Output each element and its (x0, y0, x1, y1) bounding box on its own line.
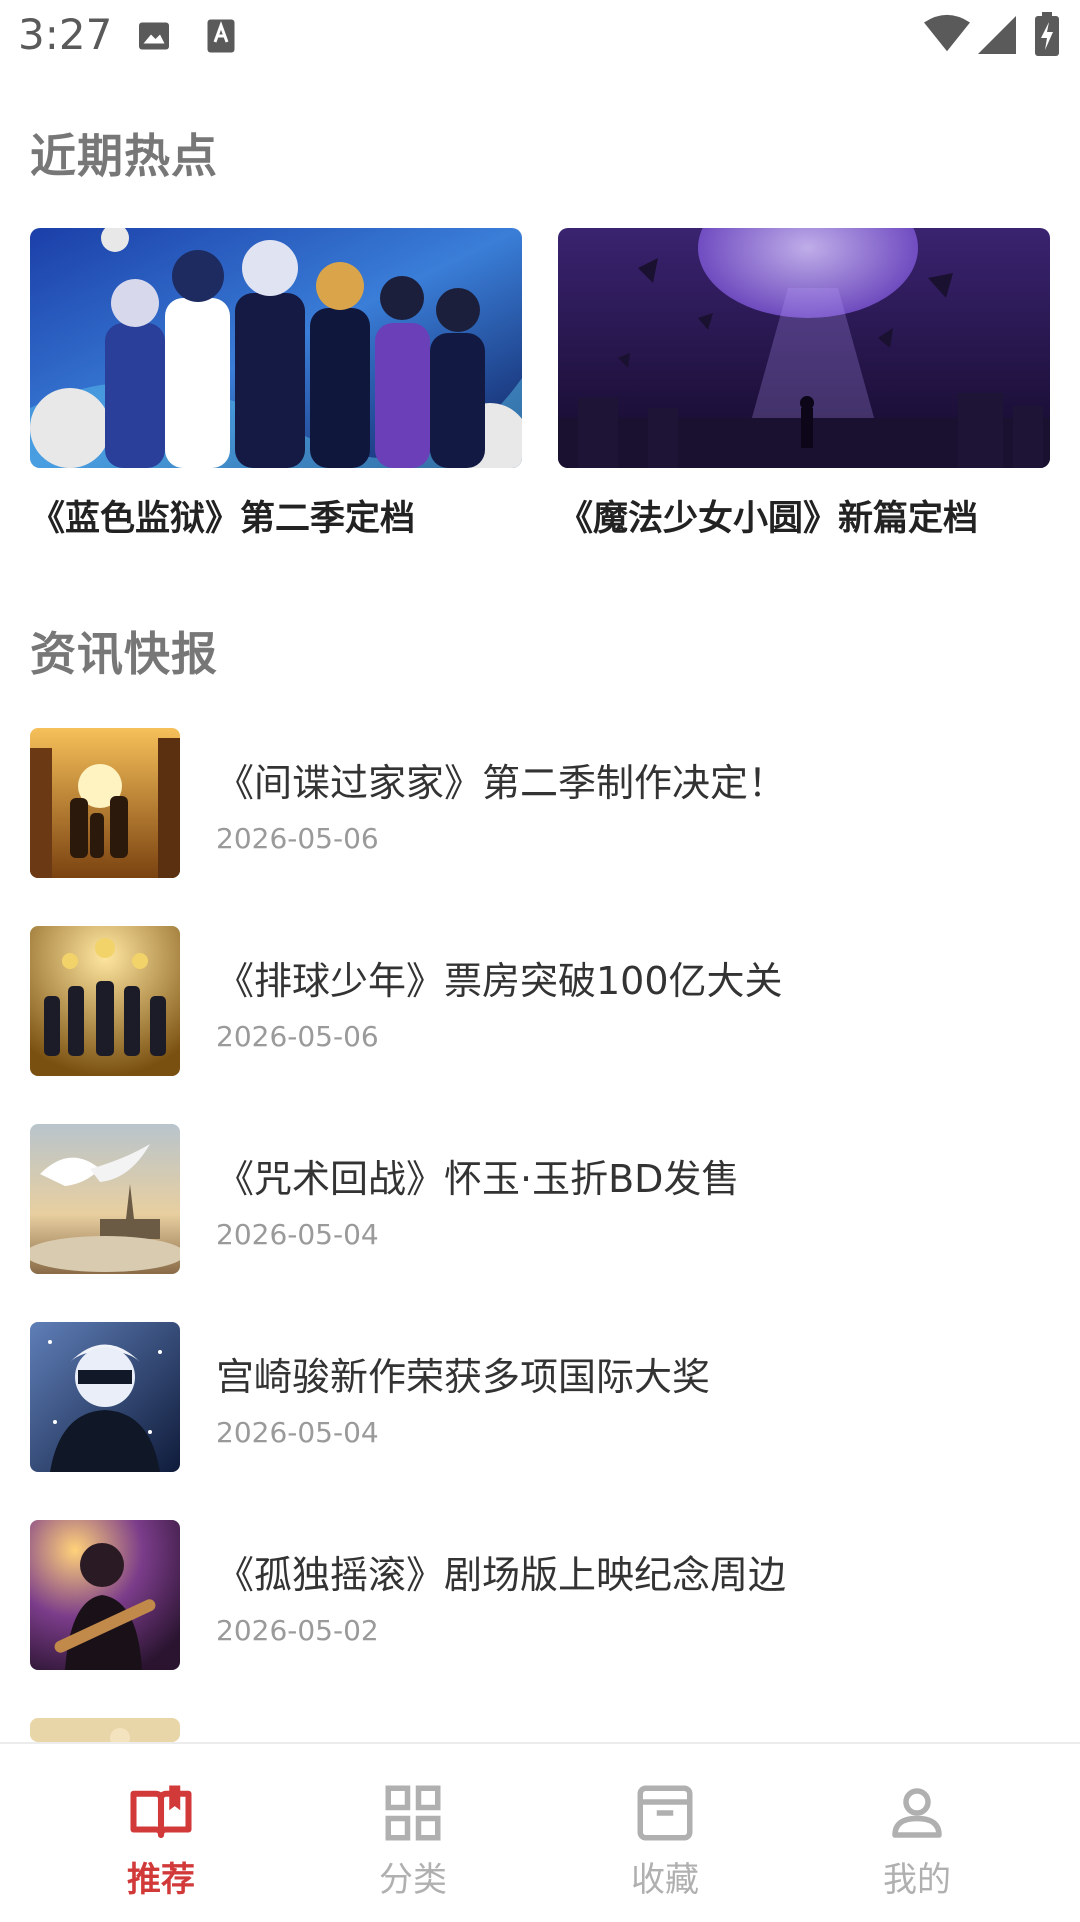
tab-favorites[interactable]: 收藏 (530, 1744, 800, 1922)
hot-card-image (30, 228, 522, 468)
hot-card-title: 《蓝色监狱》第二季定档 (30, 499, 416, 539)
news-title: 《孤独摇滚》剧场版上映纪念周边 (216, 1553, 787, 1597)
news-item[interactable]: 《孤独摇滚》剧场版上映纪念周边 2026-05-02 (30, 1520, 1050, 1670)
status-bar: 3:27 (0, 0, 1080, 72)
battery-charging-icon (1035, 12, 1059, 56)
tab-label: 分类 (379, 1860, 447, 1900)
text-notification-icon (207, 19, 235, 53)
news-section-title: 资讯快报 (30, 627, 218, 681)
image-notification-icon (139, 22, 169, 50)
hot-card-image (558, 228, 1050, 468)
news-thumbnail (30, 1124, 180, 1274)
news-date: 2026-05-06 (216, 822, 379, 855)
news-title: 《咒术回战》怀玉·玉折BD发售 (216, 1157, 740, 1201)
archive-box-icon (637, 1785, 693, 1841)
signal-icon (978, 16, 1016, 54)
hot-card-blue-lock[interactable]: 《蓝色监狱》第二季定档 (30, 228, 522, 541)
hot-section-title: 近期热点 (30, 129, 218, 183)
tab-label: 收藏 (631, 1860, 699, 1900)
news-item[interactable]: 《咒术回战》怀玉·玉折BD发售 2026-05-04 (30, 1124, 1050, 1274)
hot-card-madoka[interactable]: 《魔法少女小圆》新篇定档 (558, 228, 1050, 541)
news-thumbnail (30, 926, 180, 1076)
wifi-icon (924, 14, 970, 52)
news-date: 2026-05-04 (216, 1416, 379, 1449)
bottom-navigation: 推荐 分类 收藏 我的 (0, 1742, 1080, 1922)
grid-icon (385, 1785, 441, 1841)
news-item[interactable]: 《排球少年》票房突破100亿大关 2026-05-06 (30, 926, 1050, 1076)
tab-recommend[interactable]: 推荐 (26, 1744, 296, 1922)
news-date: 2026-05-02 (216, 1614, 379, 1647)
book-open-icon (130, 1785, 192, 1839)
news-thumbnail (30, 1322, 180, 1472)
news-item-partial[interactable] (30, 1718, 1050, 1742)
news-thumbnail (30, 1718, 180, 1742)
news-title: 《排球少年》票房突破100亿大关 (216, 959, 783, 1003)
hot-card-title: 《魔法少女小圆》新篇定档 (558, 499, 979, 539)
person-icon (892, 1788, 942, 1838)
news-item[interactable]: 宫崎骏新作荣获多项国际大奖 2026-05-04 (30, 1322, 1050, 1472)
news-thumbnail (30, 1520, 180, 1670)
tab-category[interactable]: 分类 (278, 1744, 548, 1922)
news-title: 宫崎骏新作荣获多项国际大奖 (216, 1355, 711, 1399)
tab-profile[interactable]: 我的 (782, 1744, 1052, 1922)
news-thumbnail (30, 728, 180, 878)
status-time: 3:27 (18, 10, 113, 59)
news-title: 《间谍过家家》第二季制作决定！ (216, 761, 787, 805)
tab-label: 推荐 (127, 1860, 195, 1900)
news-date: 2026-05-04 (216, 1218, 379, 1251)
tab-label: 我的 (883, 1860, 951, 1900)
news-date: 2026-05-06 (216, 1020, 379, 1053)
news-item[interactable]: 《间谍过家家》第二季制作决定！ 2026-05-06 (30, 728, 1050, 878)
